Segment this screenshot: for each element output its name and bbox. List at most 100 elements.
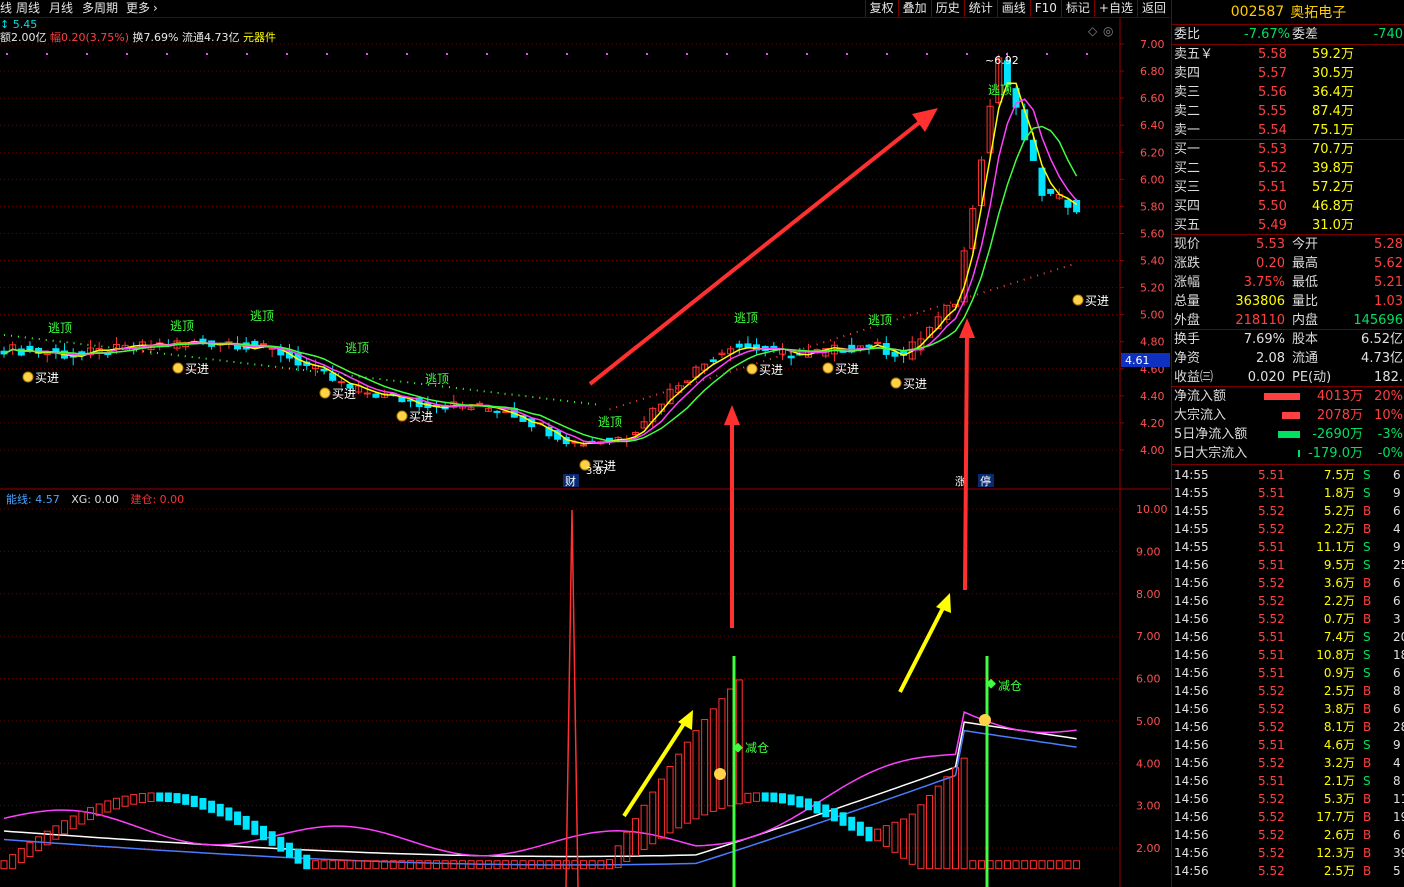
tick-row: 14:55 5.51 1.8万 S 9 <box>1172 484 1404 502</box>
tick-count: 6 <box>1393 594 1401 608</box>
ind-bar <box>208 800 216 813</box>
candle-body <box>874 341 882 344</box>
sell-level-row[interactable]: 卖三 5.56 36.4万 <box>1172 83 1404 102</box>
tick-count: 8 <box>1393 684 1401 698</box>
ind-axis-label: 10.00 <box>1136 503 1168 516</box>
stat-value: 6.52亿 <box>1361 332 1403 347</box>
buy-price: 5.50 <box>1258 199 1287 214</box>
ind-bar <box>285 842 293 858</box>
ind-bar <box>718 698 726 809</box>
tick-volume: 2.5万 <box>1323 684 1355 698</box>
flow-bar <box>1298 450 1300 457</box>
sell-volume: 36.4万 <box>1312 85 1354 100</box>
tick-time: 14:56 <box>1174 792 1209 806</box>
tick-volume: 4.6万 <box>1323 738 1355 752</box>
tick-row: 14:56 5.51 4.6万 S 9 <box>1172 736 1404 754</box>
flow-pct: -3% <box>1377 427 1403 442</box>
tick-marker <box>926 53 928 55</box>
ind-bar <box>441 860 449 870</box>
buy-level-row[interactable]: 买三 5.51 57.2万 <box>1172 178 1404 197</box>
buy-level-row[interactable]: 买一 5.53 70.7万 <box>1172 140 1404 159</box>
stat-row: 换手 7.69% 股本 6.52亿 <box>1172 330 1404 349</box>
stat-label: 今开 <box>1292 237 1319 252</box>
sell-level-row[interactable]: 卖二 5.55 87.4万 <box>1172 102 1404 121</box>
ind-bar <box>1047 860 1055 870</box>
sell-level-row[interactable]: 卖五￥ 5.58 59.2万 <box>1172 45 1404 64</box>
tick-price: 5.52 <box>1258 756 1285 770</box>
candle-body <box>606 437 613 441</box>
sell-top-signal: 逃顶 <box>170 319 194 333</box>
ind-bar <box>164 792 172 803</box>
candle-body <box>337 381 345 384</box>
kline-chart[interactable]: 7.00 6.80 6.60 6.40 6.20 6.00 5.80 5.60 5.40 5.20… <box>0 0 1170 887</box>
tick-side: B <box>1363 756 1372 770</box>
stat-row: 外盘 218110 内盘 145696 <box>1172 311 1404 330</box>
tick-side: S <box>1363 648 1371 662</box>
tick-row: 14:56 5.52 12.3万 B 39 <box>1172 844 1404 862</box>
tick-volume: 7.4万 <box>1323 630 1355 644</box>
weibi-row: 委比 -7.67% 委差 -740 <box>1174 27 1403 42</box>
ind-bar <box>216 803 224 817</box>
candle-body <box>493 410 501 413</box>
tick-marker <box>1046 53 1048 55</box>
tick-time: 14:56 <box>1174 648 1209 662</box>
buy-level-row[interactable]: 买五 5.49 31.0万 <box>1172 216 1404 235</box>
diamond-icon: ◇ <box>1088 24 1098 38</box>
ind-bar <box>1012 860 1020 870</box>
stat-row: 净资 2.08 流通 4.73亿 <box>1172 349 1404 368</box>
trend-arrow-head <box>912 108 938 132</box>
tick-count: 8 <box>1393 774 1401 788</box>
tick-row: 14:56 5.52 17.7万 B 19 <box>1172 808 1404 826</box>
tick-time: 14:56 <box>1174 630 1209 644</box>
up-arrow-shaft <box>963 331 969 591</box>
stat-label: 最高 <box>1292 256 1319 271</box>
stock-header[interactable]: 002587 奥拓电子 <box>1172 0 1404 25</box>
ind-bar <box>112 797 120 810</box>
tick-marker <box>486 53 488 55</box>
tick-marker <box>6 53 8 55</box>
money-bag-icon <box>172 362 184 374</box>
tick-price: 5.51 <box>1258 774 1285 788</box>
tick-count: 6 <box>1393 468 1401 482</box>
sell-level-row[interactable]: 卖一 5.54 75.1万 <box>1172 121 1404 140</box>
tick-volume: 11.1万 <box>1316 540 1355 554</box>
ind-bar <box>934 785 942 870</box>
stat-value: 363806 <box>1235 294 1285 309</box>
money-bag-icon <box>890 377 902 389</box>
sell-label: 卖一 <box>1174 123 1201 138</box>
tick-row: 14:56 5.52 8.1万 B 28 <box>1172 718 1404 736</box>
ind-bar <box>848 816 856 831</box>
candle-body <box>1064 199 1072 208</box>
ind-axis-label: 9.00 <box>1136 545 1161 558</box>
stat-label: 现价 <box>1174 237 1201 252</box>
buy-volume: 46.8万 <box>1312 199 1354 214</box>
tick-volume: 2.6万 <box>1323 828 1355 842</box>
ind-bar <box>753 792 761 802</box>
ind-bar <box>26 842 34 858</box>
stat-label: 内盘 <box>1292 313 1319 328</box>
ind-bar <box>303 854 311 870</box>
tick-marker <box>46 53 48 55</box>
sell-level-row[interactable]: 卖四 5.57 30.5万 <box>1172 64 1404 83</box>
tick-price: 5.52 <box>1258 612 1285 626</box>
stat-label: 涨跌 <box>1174 256 1201 271</box>
money-bag-icon <box>746 363 758 375</box>
tick-row: 14:56 5.52 3.2万 B 4 <box>1172 754 1404 772</box>
tick-time: 14:56 <box>1174 738 1209 752</box>
ind-bar <box>311 860 319 870</box>
tick-row: 14:56 5.52 3.8万 B 6 <box>1172 700 1404 718</box>
tick-side: B <box>1363 864 1372 878</box>
ind-bar <box>225 807 233 821</box>
flow-value: 2078万 <box>1316 408 1363 423</box>
tick-time: 14:56 <box>1174 828 1209 842</box>
candle-body <box>476 402 484 405</box>
buy-level-row[interactable]: 买四 5.50 46.8万 <box>1172 197 1404 216</box>
tick-price: 5.51 <box>1258 558 1285 572</box>
buy-level-row[interactable]: 买二 5.52 39.8万 <box>1172 159 1404 178</box>
tick-time: 14:55 <box>1174 522 1209 536</box>
ind-bar <box>943 776 951 870</box>
ind-bar <box>701 719 709 816</box>
candle-body <box>320 368 328 372</box>
tick-marker <box>86 53 88 55</box>
ind-bar <box>1055 860 1063 870</box>
